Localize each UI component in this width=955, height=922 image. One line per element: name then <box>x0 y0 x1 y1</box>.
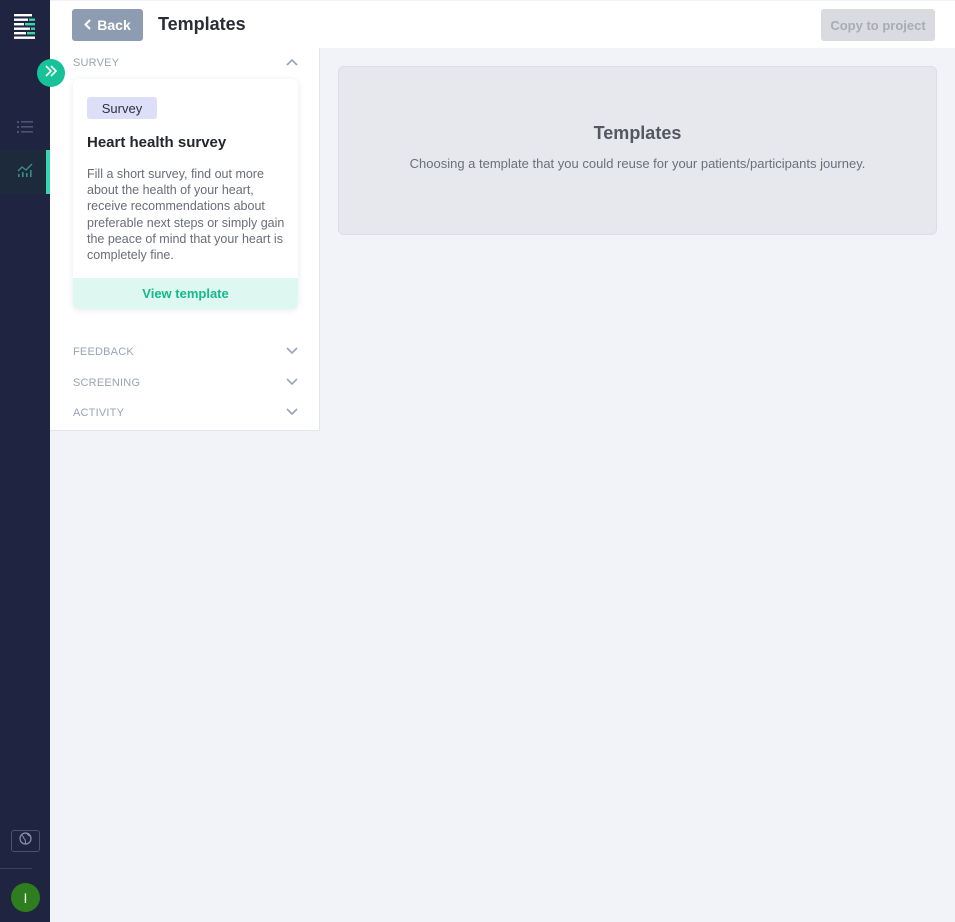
template-description: Fill a short survey, find out more about… <box>87 167 285 263</box>
template-category-panel: SURVEY Survey Heart health survey Fill a… <box>50 48 320 431</box>
top-header: Back Templates Copy to project <box>50 1 955 48</box>
back-label: Back <box>97 17 131 33</box>
template-info-box: Templates Choosing a template that you c… <box>338 66 937 235</box>
chevron-down-icon <box>286 346 298 358</box>
info-title: Templates <box>593 123 682 143</box>
template-card: Survey Heart health survey Fill a short … <box>73 79 298 309</box>
category-label: ACTIVITY <box>73 407 125 419</box>
chevron-down-icon <box>286 407 298 419</box>
list-icon <box>17 120 33 139</box>
copy-to-project-button[interactable]: Copy to project <box>821 9 935 41</box>
expand-sidebar-button[interactable] <box>37 59 65 87</box>
view-template-button[interactable]: View template <box>73 278 298 309</box>
template-tag: Survey <box>87 97 157 119</box>
category-screening[interactable]: SCREENING <box>73 373 298 393</box>
avatar[interactable]: I <box>11 883 40 912</box>
app-logo-icon[interactable] <box>14 13 38 39</box>
analytics-icon <box>17 162 33 183</box>
category-label: SCREENING <box>73 377 141 389</box>
rail-item-list[interactable] <box>0 107 50 151</box>
category-survey[interactable]: SURVEY <box>73 53 298 73</box>
template-title: Heart health survey <box>87 134 227 151</box>
chevron-down-icon <box>286 377 298 389</box>
language-button[interactable] <box>11 830 40 852</box>
category-label: FEEDBACK <box>73 346 134 358</box>
rail-item-analytics[interactable] <box>0 150 50 194</box>
double-chevron-right-icon <box>44 64 58 82</box>
category-activity[interactable]: ACTIVITY <box>73 403 298 423</box>
left-rail: I <box>0 0 50 922</box>
chevron-up-icon <box>286 57 298 69</box>
rail-divider <box>0 868 32 869</box>
chevron-left-icon <box>84 17 91 33</box>
category-feedback[interactable]: FEEDBACK <box>73 342 298 362</box>
globe-icon <box>19 832 32 850</box>
category-label: SURVEY <box>73 57 120 69</box>
page-title: Templates <box>158 14 246 34</box>
info-subtitle: Choosing a template that you could reuse… <box>409 156 866 171</box>
back-button[interactable]: Back <box>72 9 143 41</box>
